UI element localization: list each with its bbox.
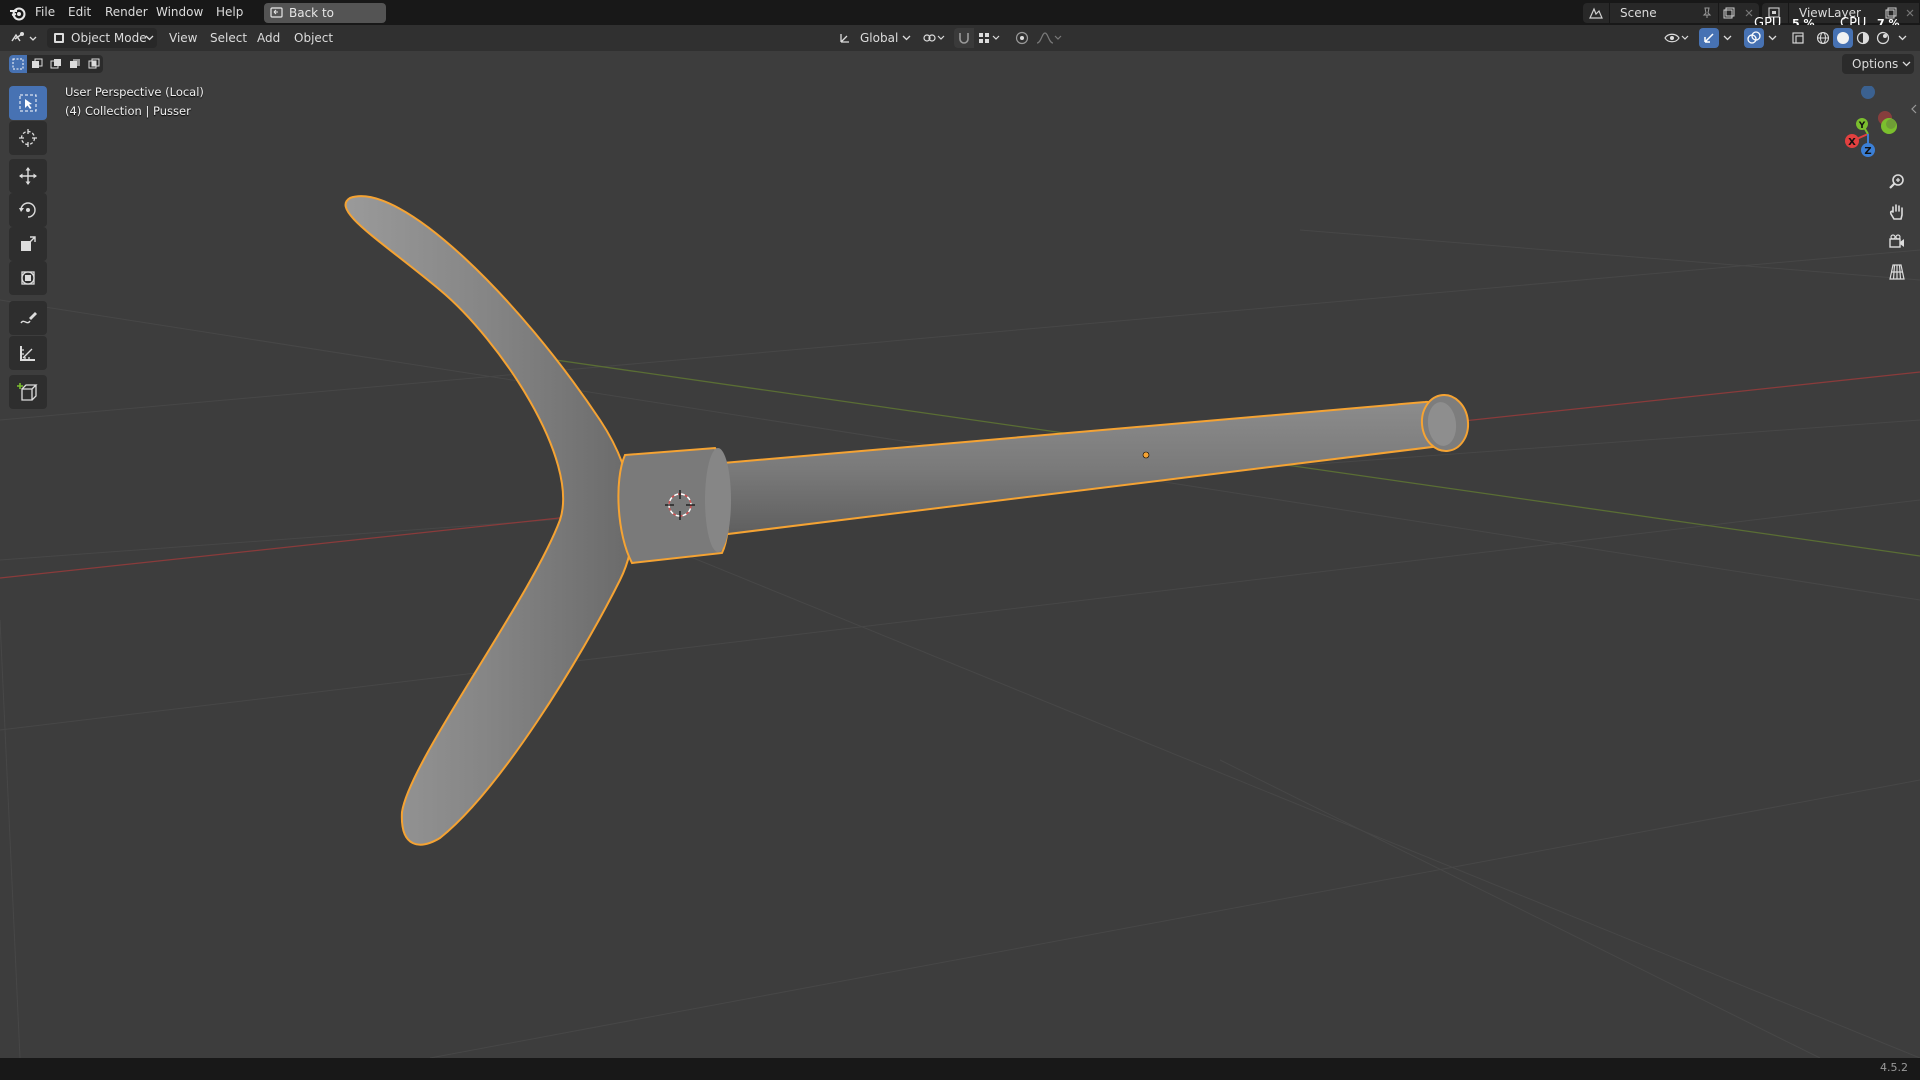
grid-perspective-icon (1889, 264, 1905, 280)
tool-move[interactable] (9, 159, 47, 193)
chevron-down-icon (143, 32, 155, 44)
menu-help[interactable]: Help (210, 0, 249, 25)
scene-name-field[interactable]: Scene (1610, 3, 1718, 23)
delete-viewlayer-icon[interactable] (1901, 3, 1919, 23)
tool-rotate[interactable] (9, 193, 47, 227)
cursor-icon (19, 129, 37, 147)
tool-select-box[interactable] (9, 86, 47, 120)
add-cube-icon (17, 383, 38, 401)
tool-add-cube[interactable] (9, 375, 47, 409)
menu-add[interactable]: Add (257, 28, 280, 48)
active-collection-label: (4) Collection | Pusser (65, 104, 191, 118)
pin-icon[interactable] (1700, 6, 1714, 20)
select-mode-group (9, 55, 103, 73)
move-icon (19, 167, 37, 185)
version-label: 4.5.2 (1880, 1061, 1908, 1074)
camera-icon (1889, 234, 1904, 248)
status-bar: 4.5.2 (0, 1058, 1920, 1080)
perspective-ortho-toggle-button[interactable] (1882, 259, 1912, 285)
transform-icon (21, 271, 35, 285)
new-scene-icon[interactable] (1719, 3, 1739, 23)
select-intersect-icon[interactable] (85, 55, 103, 73)
viewport-header: Object Mode View Select Add Object Globa… (0, 25, 1920, 51)
select-difference-icon[interactable] (66, 55, 84, 73)
shading-wireframe-icon[interactable] (1813, 28, 1833, 48)
navigation-gizmo[interactable]: X Y Z (1830, 86, 1910, 176)
select-subtract-icon[interactable] (47, 55, 65, 73)
object-mode-dropdown[interactable]: Object Mode (47, 28, 157, 48)
gizmo-z-label: Z (1864, 146, 1871, 157)
pan-view-button[interactable] (1882, 199, 1912, 225)
select-extend-icon[interactable] (28, 55, 46, 73)
gizmo-y-label: Y (1858, 121, 1866, 131)
top-menu-bar: File Edit Render Window Help Back to Pre… (0, 0, 1920, 40)
zoom-magnifier-icon (1889, 174, 1904, 189)
chevron-down-icon (900, 32, 912, 44)
floor-grid (0, 229, 1920, 1058)
select-new-icon[interactable] (9, 55, 27, 73)
menu-object[interactable]: Object (294, 28, 333, 48)
blender-logo-icon[interactable] (8, 3, 28, 23)
back-to-previous-button[interactable]: Back to Previous (264, 3, 386, 40)
proportional-editing-icon[interactable] (1012, 28, 1032, 48)
shading-dropdown-icon[interactable] (1895, 28, 1909, 48)
pusser-object[interactable] (344, 195, 1471, 846)
menu-view[interactable]: View (169, 28, 197, 48)
annotate-pencil-icon (20, 312, 37, 324)
menu-render[interactable]: Render (99, 0, 154, 25)
options-label: Options (1852, 57, 1899, 71)
scale-icon (21, 236, 36, 251)
measure-ruler-icon (20, 346, 35, 361)
3d-viewport[interactable]: User Perspective (Local) (4) Collection … (0, 51, 1920, 1058)
screen-back-icon (269, 6, 283, 20)
shading-solid-icon[interactable] (1833, 28, 1853, 48)
tool-scale[interactable] (9, 227, 47, 261)
options-dropdown[interactable]: Options (1842, 54, 1914, 74)
tool-annotate[interactable] (9, 301, 47, 335)
visibility-eye-icon[interactable] (1662, 28, 1692, 48)
tool-transform[interactable] (9, 261, 47, 295)
camera-view-button[interactable] (1882, 229, 1912, 255)
overlays-dropdown-icon[interactable] (1765, 28, 1779, 48)
tool-measure[interactable] (9, 336, 47, 370)
editor-type-icon[interactable] (8, 28, 40, 48)
select-cursor-icon (19, 94, 37, 112)
transform-orientation-dropdown[interactable]: Global (836, 28, 912, 48)
object-mode-label: Object Mode (71, 31, 147, 45)
tool-cursor[interactable] (9, 121, 47, 155)
object-mode-icon (52, 31, 66, 45)
scene-name: Scene (1620, 6, 1657, 20)
snap-target-icon[interactable] (975, 28, 1005, 48)
menu-select[interactable]: Select (210, 28, 247, 48)
hand-pan-icon (1889, 204, 1903, 220)
gizmo-dropdown-icon[interactable] (1720, 28, 1734, 48)
chevron-down-icon (1900, 58, 1912, 70)
rotate-icon (19, 202, 36, 218)
falloff-icon[interactable] (1034, 28, 1064, 48)
zoom-view-button[interactable] (1882, 169, 1912, 195)
view-perspective-label: User Perspective (Local) (65, 85, 204, 99)
scene-icon[interactable] (1583, 3, 1609, 23)
menu-window[interactable]: Window (150, 0, 209, 25)
pivot-point-icon[interactable] (919, 28, 949, 48)
xray-toggle-icon[interactable] (1788, 28, 1808, 48)
menu-file[interactable]: File (29, 0, 61, 25)
orientation-label: Global (860, 31, 899, 45)
snap-toggle-icon[interactable] (954, 28, 974, 48)
orientation-global-icon (838, 31, 852, 45)
menu-edit[interactable]: Edit (62, 0, 97, 25)
gizmo-toggle-icon[interactable] (1699, 28, 1719, 48)
shading-rendered-icon[interactable] (1873, 28, 1893, 48)
gizmo-x-label: X (1848, 137, 1856, 148)
viewport-scene[interactable] (0, 51, 1920, 1058)
shading-material-icon[interactable] (1853, 28, 1873, 48)
overlays-toggle-icon[interactable] (1744, 28, 1764, 48)
